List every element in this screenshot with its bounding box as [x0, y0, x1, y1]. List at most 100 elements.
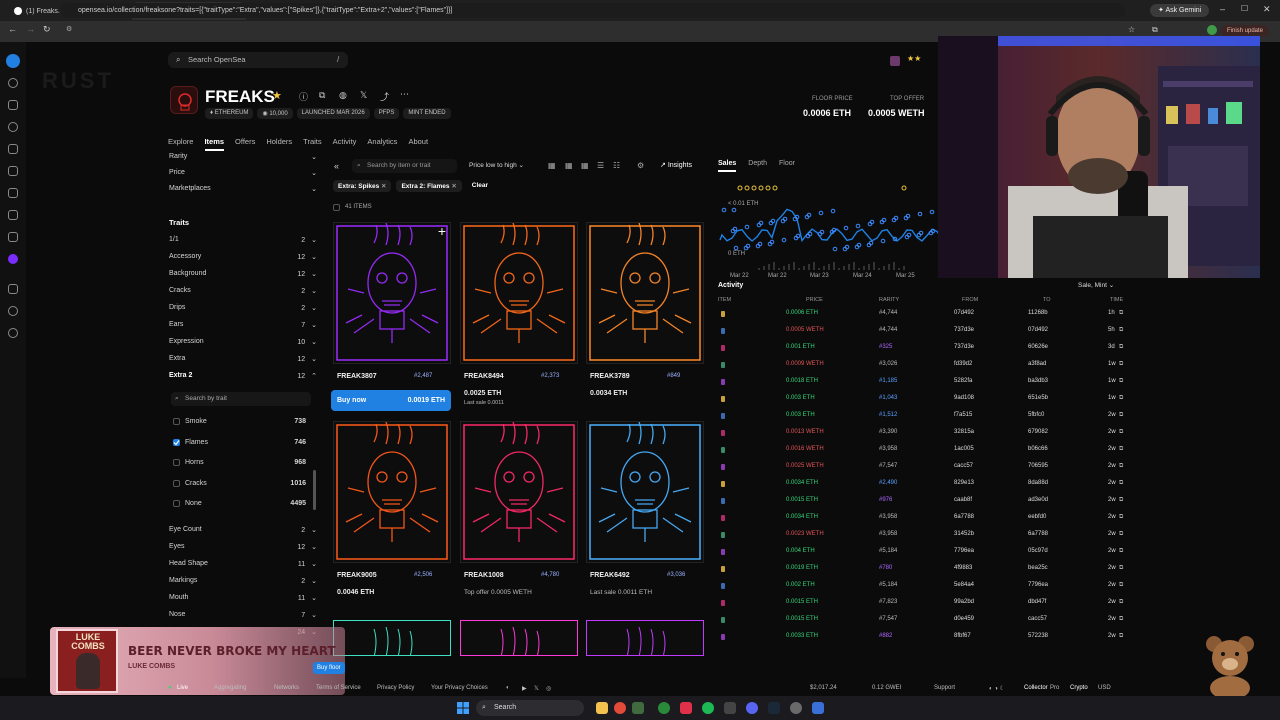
- select-all-checkbox[interactable]: [333, 204, 340, 211]
- drops-icon[interactable]: [8, 166, 18, 176]
- activity-row[interactable]: 0.003 ETH #1,043 9ad108 651e5b 1w ⧉: [718, 391, 1128, 408]
- activity-to[interactable]: b06c66: [1028, 446, 1048, 452]
- external-link-icon[interactable]: ⧉: [1119, 531, 1123, 538]
- activity-from[interactable]: 07d492: [954, 310, 974, 316]
- file-explorer-icon[interactable]: [596, 702, 608, 714]
- activity-to[interactable]: 07d492: [1028, 327, 1048, 333]
- maximize-icon[interactable]: ☐: [1241, 4, 1248, 13]
- activity-from[interactable]: caab8f: [954, 497, 972, 503]
- nft-card[interactable]: [586, 620, 704, 656]
- trait-filter-row[interactable]: Drips 2 ⌄: [169, 304, 317, 312]
- watchlist-star-icon[interactable]: ★★: [907, 54, 921, 63]
- activity-from[interactable]: cacc57: [954, 463, 973, 469]
- external-link-icon[interactable]: ⧉: [1119, 429, 1123, 436]
- activity-row[interactable]: 0.0033 ETH #882 8fbf67 572238 2w ⧉: [718, 629, 1128, 646]
- minimize-icon[interactable]: –: [1220, 4, 1225, 14]
- chart-tab-depth[interactable]: Depth: [748, 160, 767, 167]
- privacy-link[interactable]: Privacy Policy: [377, 685, 414, 691]
- activity-row[interactable]: 0.0034 ETH #3,958 6a7788 eebfd0 2w ⧉: [718, 510, 1128, 527]
- app-icon-6[interactable]: [812, 702, 824, 714]
- close-window-icon[interactable]: ✕: [1263, 4, 1271, 15]
- activity-row[interactable]: 0.0034 ETH #2,490 829e13 8da88d 2w ⧉: [718, 476, 1128, 493]
- studio-icon[interactable]: [8, 232, 18, 242]
- activity-from[interactable]: 99a2bd: [954, 599, 974, 605]
- nft-card[interactable]: +: [333, 222, 451, 364]
- external-link-icon[interactable]: ⧉: [1119, 633, 1123, 640]
- tab-holders[interactable]: Holders: [266, 137, 292, 146]
- ask-gemini-button[interactable]: ✦ Ask Gemini: [1150, 4, 1210, 17]
- activity-row[interactable]: 0.001 ETH #325 737d3e 60626e 3d ⧉: [718, 340, 1128, 357]
- chart-tab-floor[interactable]: Floor: [779, 160, 795, 167]
- activity-from[interactable]: 32815a: [954, 429, 974, 435]
- external-link-icon[interactable]: ⧉: [1119, 582, 1123, 589]
- external-link-icon[interactable]: ⧉: [1119, 616, 1123, 623]
- settings-icon[interactable]: [8, 306, 18, 316]
- app-icon-5[interactable]: [790, 702, 802, 714]
- table-view-icon[interactable]: ☷: [613, 161, 620, 170]
- activity-row[interactable]: 0.0005 WETH #4,744 737d3e 07d492 5h ⧉: [718, 323, 1128, 340]
- activity-to[interactable]: a3f8ad: [1028, 361, 1046, 367]
- activity-row[interactable]: 0.0025 WETH #7,547 cacc57 706595 2w ⧉: [718, 459, 1128, 476]
- windows-start-icon[interactable]: [457, 701, 469, 714]
- external-link-icon[interactable]: ⧉: [1119, 497, 1123, 504]
- external-link-icon[interactable]: ⧉: [1119, 310, 1123, 317]
- instagram-icon[interactable]: ◎: [546, 685, 551, 692]
- cart-icon[interactable]: [890, 56, 900, 66]
- activity-to[interactable]: 572238: [1028, 633, 1048, 639]
- activity-row[interactable]: 0.0006 ETH #4,744 07d492 11268b 1h ⧉: [718, 306, 1128, 323]
- x-twitter-icon[interactable]: 𝕏: [360, 90, 367, 101]
- add-to-cart-icon[interactable]: +: [438, 223, 446, 239]
- nft-card[interactable]: [460, 620, 578, 656]
- external-link-icon[interactable]: ⧉: [1119, 446, 1123, 453]
- activity-from[interactable]: 9ad108: [954, 395, 974, 401]
- external-link-icon[interactable]: ⧉: [1119, 548, 1123, 555]
- forward-icon[interactable]: →: [26, 24, 35, 34]
- buy-now-button[interactable]: Buy now 0.0019 ETH: [331, 390, 451, 411]
- nft-card[interactable]: [333, 421, 451, 563]
- tokens-icon[interactable]: [8, 122, 18, 132]
- trait-filter-row[interactable]: Ears 7 ⌄: [169, 321, 317, 329]
- privacy-choices-link[interactable]: Your Privacy Choices: [431, 685, 488, 691]
- steam-icon[interactable]: [768, 702, 780, 714]
- buy-floor-button[interactable]: Buy floor: [313, 662, 345, 674]
- external-link-icon[interactable]: ⧉: [1119, 327, 1123, 334]
- aggregating-label[interactable]: Aggregating: [214, 685, 246, 691]
- chrome-icon[interactable]: [614, 702, 626, 714]
- support-link[interactable]: Support: [934, 685, 955, 691]
- activity-to[interactable]: 8da88d: [1028, 480, 1048, 486]
- trait-values-scrollbar[interactable]: [313, 470, 316, 510]
- trait-filter-row[interactable]: Background 12 ⌄: [169, 270, 317, 278]
- more-options-icon[interactable]: ⋯: [400, 89, 409, 100]
- tab-traits[interactable]: Traits: [303, 137, 321, 146]
- app-icon-2[interactable]: [658, 702, 670, 714]
- activity-from[interactable]: 829e13: [954, 480, 974, 486]
- activity-to[interactable]: 7796ea: [1028, 582, 1048, 588]
- url-field[interactable]: opensea.io/collection/freaksone?traits=[…: [60, 3, 1125, 18]
- activity-from[interactable]: 737d3e: [954, 327, 974, 333]
- grid-medium-icon[interactable]: ▦: [565, 161, 573, 170]
- grid-small-icon[interactable]: ▦: [581, 161, 589, 170]
- site-info-icon[interactable]: ⚙: [66, 25, 72, 33]
- trait-value-checkbox[interactable]: [173, 459, 180, 466]
- activity-row[interactable]: 0.003 ETH #1,512 f7a515 5fbfc0 2w ⧉: [718, 408, 1128, 425]
- favorite-star-icon[interactable]: ★: [272, 89, 282, 102]
- activity-from[interactable]: f7a515: [954, 412, 972, 418]
- crypto-currency-toggle[interactable]: Crypto: [1070, 685, 1088, 691]
- activity-row[interactable]: 0.004 ETH #5,184 7796ea 05c97d 2w ⧉: [718, 544, 1128, 561]
- nft-card[interactable]: [460, 421, 578, 563]
- support-icon[interactable]: [8, 328, 18, 338]
- settings-gear-icon[interactable]: ⚙: [637, 161, 644, 170]
- activity-row[interactable]: 0.0023 WETH #3,958 31452b 6a7788 2w ⧉: [718, 527, 1128, 544]
- trait-filter-row[interactable]: Extra 2 12 ⌃: [169, 372, 317, 380]
- app-icon-3[interactable]: [680, 702, 692, 714]
- activity-row[interactable]: 0.0015 ETH #7,547 d0e459 cacc57 2w ⧉: [718, 612, 1128, 629]
- trait-value-row[interactable]: Horns 968: [173, 459, 306, 466]
- back-icon[interactable]: ←: [8, 24, 17, 34]
- activity-to[interactable]: ad3e0d: [1028, 497, 1048, 503]
- activity-row[interactable]: 0.0013 WETH #3,390 32815a 679082 2w ⧉: [718, 425, 1128, 442]
- search-by-trait-input[interactable]: ⌕ Search by trait: [171, 392, 311, 406]
- external-link-icon[interactable]: ⧉: [1119, 565, 1123, 572]
- list-view-icon[interactable]: ☰: [597, 161, 604, 170]
- activity-to[interactable]: 05c97d: [1028, 548, 1048, 554]
- trait-filter-row[interactable]: 1/1 2 ⌄: [169, 236, 317, 244]
